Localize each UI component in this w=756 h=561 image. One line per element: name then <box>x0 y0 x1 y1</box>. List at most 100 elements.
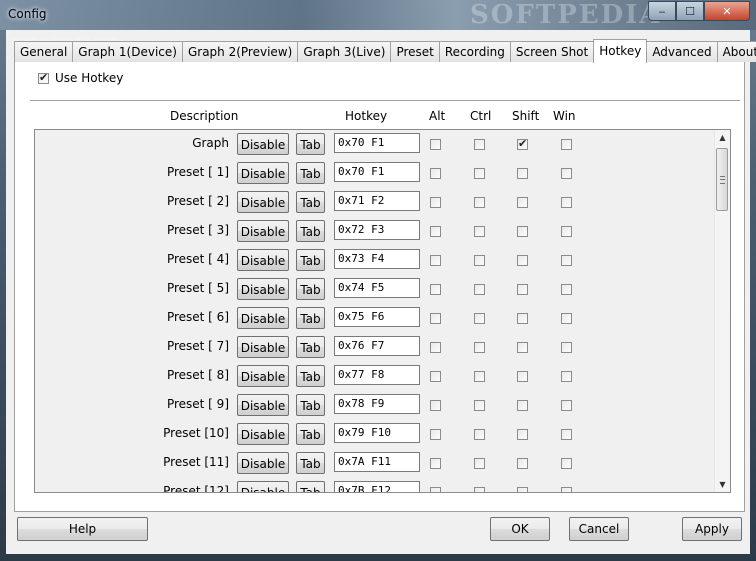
shift-checkbox[interactable] <box>517 197 528 208</box>
hotkey-field[interactable]: 0x7B F12 <box>334 481 420 492</box>
win-checkbox[interactable] <box>561 255 572 266</box>
apply-button[interactable]: Apply <box>682 517 742 541</box>
tab-button[interactable]: Tab <box>296 278 325 300</box>
use-hotkey-checkbox[interactable] <box>38 71 49 84</box>
shift-checkbox[interactable] <box>517 458 528 469</box>
alt-checkbox[interactable] <box>430 342 441 353</box>
alt-checkbox[interactable] <box>430 226 441 237</box>
tab-button[interactable]: Tab <box>296 394 325 416</box>
hotkey-field[interactable]: 0x74 F5 <box>334 278 420 298</box>
ctrl-checkbox[interactable] <box>474 487 485 492</box>
hotkey-field[interactable]: 0x73 F4 <box>334 249 420 269</box>
hotkey-field[interactable]: 0x77 F8 <box>334 365 420 385</box>
win-checkbox[interactable] <box>561 400 572 411</box>
tab-graph-2-preview[interactable]: Graph 2(Preview) <box>181 41 299 62</box>
tab-screen-shot[interactable]: Screen Shot <box>509 41 595 62</box>
disable-button[interactable]: Disable <box>237 162 289 184</box>
tab-button[interactable]: Tab <box>296 481 325 492</box>
win-checkbox[interactable] <box>561 371 572 382</box>
shift-checkbox[interactable] <box>517 284 528 295</box>
shift-checkbox[interactable] <box>517 371 528 382</box>
hotkey-field[interactable]: 0x76 F7 <box>334 336 420 356</box>
ctrl-checkbox[interactable] <box>474 429 485 440</box>
win-checkbox[interactable] <box>561 197 572 208</box>
help-button[interactable]: Help <box>17 517 148 541</box>
ctrl-checkbox[interactable] <box>474 168 485 179</box>
win-checkbox[interactable] <box>561 139 572 150</box>
ctrl-checkbox[interactable] <box>474 400 485 411</box>
hotkey-field[interactable]: 0x78 F9 <box>334 394 420 414</box>
shift-checkbox[interactable] <box>517 342 528 353</box>
win-checkbox[interactable] <box>561 342 572 353</box>
shift-checkbox[interactable] <box>517 313 528 324</box>
shift-checkbox[interactable] <box>517 168 528 179</box>
disable-button[interactable]: Disable <box>237 249 289 271</box>
tab-button[interactable]: Tab <box>296 307 325 329</box>
ctrl-checkbox[interactable] <box>474 284 485 295</box>
alt-checkbox[interactable] <box>430 139 441 150</box>
hotkey-field[interactable]: 0x70 F1 <box>334 133 420 153</box>
tab-general[interactable]: General <box>14 41 74 62</box>
tab-button[interactable]: Tab <box>296 191 325 213</box>
alt-checkbox[interactable] <box>430 429 441 440</box>
win-checkbox[interactable] <box>561 487 572 492</box>
disable-button[interactable]: Disable <box>237 336 289 358</box>
shift-checkbox[interactable] <box>517 400 528 411</box>
tab-advanced[interactable]: Advanced <box>646 41 718 62</box>
scroll-thumb[interactable] <box>716 148 728 211</box>
tab-button[interactable]: Tab <box>296 249 325 271</box>
disable-button[interactable]: Disable <box>237 278 289 300</box>
close-button[interactable]: ✕ <box>704 1 750 21</box>
hotkey-field[interactable]: 0x75 F6 <box>334 307 420 327</box>
tab-button[interactable]: Tab <box>296 336 325 358</box>
tab-button[interactable]: Tab <box>296 220 325 242</box>
win-checkbox[interactable] <box>561 168 572 179</box>
shift-checkbox[interactable] <box>517 137 528 150</box>
ctrl-checkbox[interactable] <box>474 313 485 324</box>
alt-checkbox[interactable] <box>430 168 441 179</box>
tab-button[interactable]: Tab <box>296 452 325 474</box>
win-checkbox[interactable] <box>561 313 572 324</box>
alt-checkbox[interactable] <box>430 400 441 411</box>
alt-checkbox[interactable] <box>430 197 441 208</box>
hotkey-field[interactable]: 0x7A F11 <box>334 452 420 472</box>
disable-button[interactable]: Disable <box>237 220 289 242</box>
shift-checkbox[interactable] <box>517 226 528 237</box>
maximize-button[interactable]: ☐ <box>676 1 704 21</box>
hotkey-field[interactable]: 0x72 F3 <box>334 220 420 240</box>
tab-graph-3-live[interactable]: Graph 3(Live) <box>297 41 392 62</box>
ctrl-checkbox[interactable] <box>474 458 485 469</box>
ctrl-checkbox[interactable] <box>474 226 485 237</box>
tab-graph-1-device[interactable]: Graph 1(Device) <box>72 41 183 62</box>
use-hotkey-option[interactable]: Use Hotkey <box>38 71 123 85</box>
hotkey-field[interactable]: 0x79 F10 <box>334 423 420 443</box>
alt-checkbox[interactable] <box>430 255 441 266</box>
ctrl-checkbox[interactable] <box>474 139 485 150</box>
ok-button[interactable]: OK <box>490 517 550 541</box>
win-checkbox[interactable] <box>561 429 572 440</box>
tab-hotkey[interactable]: Hotkey <box>593 39 648 63</box>
hotkey-field[interactable]: 0x70 F1 <box>334 162 420 182</box>
scroll-up-icon[interactable]: ▲ <box>715 130 730 145</box>
tab-recording[interactable]: Recording <box>438 41 511 62</box>
disable-button[interactable]: Disable <box>237 133 289 155</box>
alt-checkbox[interactable] <box>430 313 441 324</box>
shift-checkbox[interactable] <box>517 429 528 440</box>
disable-button[interactable]: Disable <box>237 452 289 474</box>
tab-button[interactable]: Tab <box>296 423 325 445</box>
disable-button[interactable]: Disable <box>237 307 289 329</box>
win-checkbox[interactable] <box>561 284 572 295</box>
vertical-scrollbar[interactable]: ▲ ▼ <box>714 130 730 492</box>
ctrl-checkbox[interactable] <box>474 371 485 382</box>
alt-checkbox[interactable] <box>430 284 441 295</box>
alt-checkbox[interactable] <box>430 458 441 469</box>
tab-button[interactable]: Tab <box>296 162 325 184</box>
tab-about[interactable]: About <box>716 41 756 62</box>
minimize-button[interactable]: ‒ <box>648 1 676 21</box>
shift-checkbox[interactable] <box>517 487 528 492</box>
ctrl-checkbox[interactable] <box>474 255 485 266</box>
cancel-button[interactable]: Cancel <box>569 517 629 541</box>
alt-checkbox[interactable] <box>430 371 441 382</box>
hotkey-field[interactable]: 0x71 F2 <box>334 191 420 211</box>
title-bar[interactable]: SOFTPEDIA Config ‒ ☐ ✕ <box>0 0 756 30</box>
